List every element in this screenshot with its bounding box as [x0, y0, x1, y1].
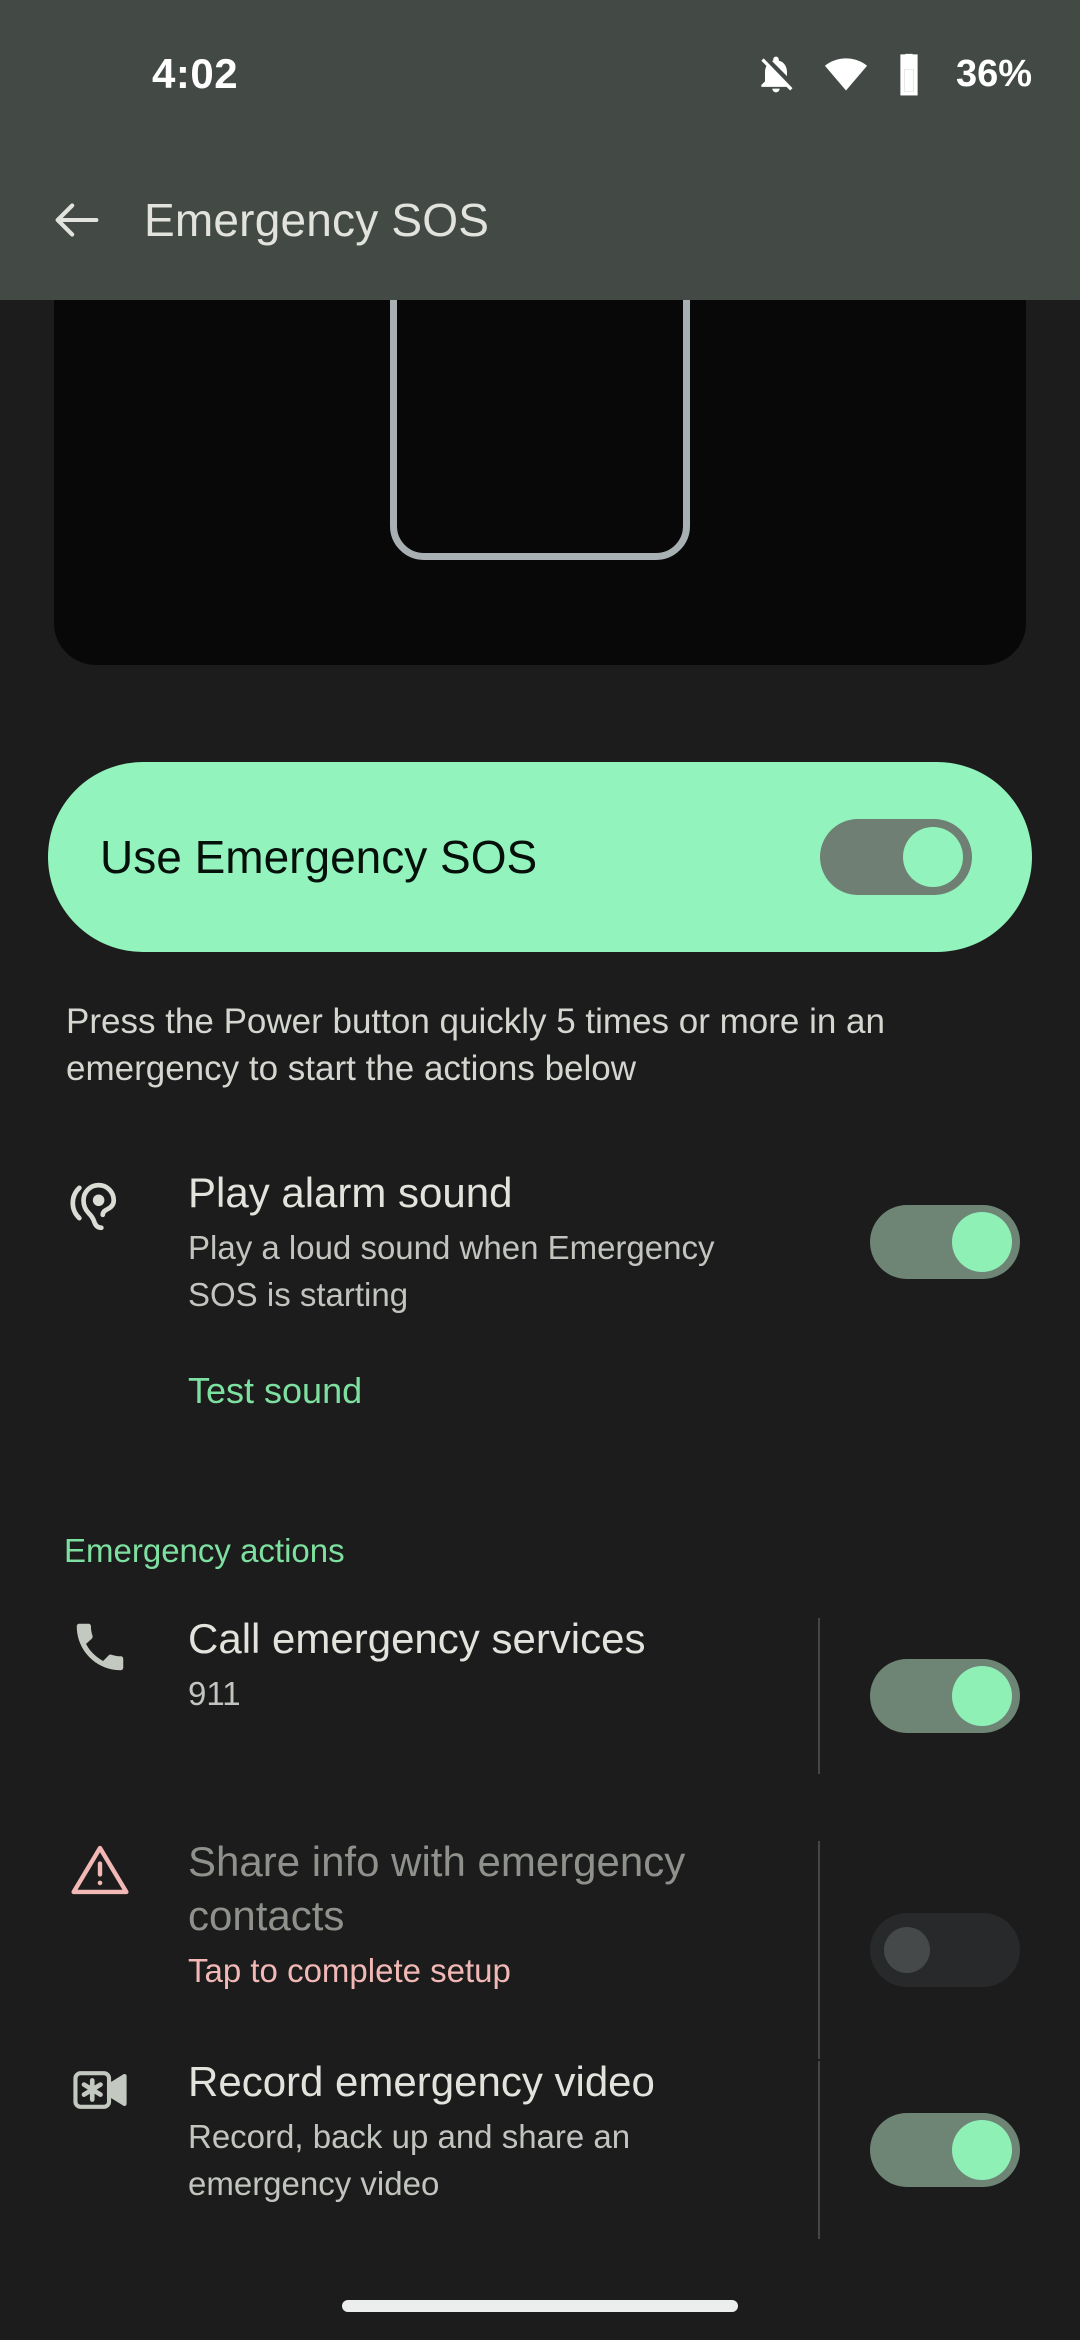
play-alarm-sound-text: Play alarm sound Play a loud sound when … [188, 1166, 810, 1318]
share-info-toggle[interactable] [870, 1913, 1020, 1987]
share-info-toggle-area [810, 1835, 1080, 2065]
status-bar-clock: 4:02 [152, 50, 239, 97]
screen-root: 4:02 36% Emergency SOS Use Emergency SOS… [0, 0, 1080, 2340]
use-emergency-sos-card[interactable]: Use Emergency SOS [48, 762, 1032, 952]
share-info-text: Share info with emergency contacts Tap t… [188, 1835, 810, 1994]
call-emergency-services-number: 911 [188, 1675, 241, 1712]
row-divider [818, 1841, 820, 2059]
use-emergency-sos-toggle[interactable] [820, 819, 972, 895]
status-bar: 4:02 36% [0, 0, 1080, 140]
record-emergency-video-subtitle: Record, back up and share an emergency v… [188, 2118, 631, 2202]
arrow-back-icon [55, 203, 99, 237]
phone-icon [52, 1612, 148, 1678]
call-emergency-services-row[interactable]: Call emergency services 911 [0, 1612, 1080, 1780]
battery-icon [900, 53, 918, 96]
app-bar: Emergency SOS [0, 140, 1080, 300]
row-divider [818, 2061, 820, 2239]
use-emergency-sos-label: Use Emergency SOS [100, 831, 538, 883]
sos-description: Press the Power button quickly 5 times o… [66, 1002, 885, 1088]
home-gesture-pill[interactable] [342, 2300, 738, 2312]
call-emergency-services-toggle[interactable] [870, 1659, 1020, 1733]
back-button[interactable] [22, 165, 132, 275]
play-alarm-sound-title: Play alarm sound [188, 1169, 513, 1216]
page-title: Emergency SOS [144, 194, 490, 246]
test-sound-link[interactable]: Test sound [188, 1370, 362, 1412]
battery-percent-label: 36% [955, 52, 1032, 95]
record-emergency-video-row[interactable]: Record emergency video Record, back up a… [0, 2055, 1080, 2245]
emergency-video-icon [52, 2055, 148, 2121]
hearing-icon [52, 1166, 148, 1236]
play-alarm-sound-subtitle: Play a loud sound when Emergency SOS is … [188, 1229, 715, 1313]
record-emergency-video-text: Record emergency video Record, back up a… [188, 2055, 810, 2207]
wifi-icon [824, 58, 868, 91]
share-info-setup-hint: Tap to complete setup [188, 1952, 511, 1989]
play-alarm-sound-toggle[interactable] [870, 1205, 1020, 1279]
status-bar-icons: 36% [754, 52, 1032, 96]
toggle-knob [903, 827, 963, 887]
emergency-actions-header: Emergency actions [64, 1532, 345, 1569]
call-emergency-services-title: Call emergency services [188, 1615, 646, 1662]
row-divider [818, 1618, 820, 1774]
call-emergency-services-text: Call emergency services 911 [188, 1612, 810, 1717]
warning-triangle-icon [52, 1835, 148, 1901]
record-emergency-video-title: Record emergency video [188, 2058, 655, 2105]
notifications-off-icon [761, 56, 793, 93]
record-emergency-video-toggle[interactable] [870, 2113, 1020, 2187]
call-emergency-services-toggle-area [810, 1612, 1080, 1780]
share-info-row[interactable]: Share info with emergency contacts Tap t… [0, 1835, 1080, 2065]
toggle-knob [884, 1927, 930, 1973]
record-emergency-video-toggle-area [810, 2055, 1080, 2245]
play-alarm-sound-row[interactable]: Play alarm sound Play a loud sound when … [0, 1166, 1080, 1318]
toggle-knob [952, 1212, 1012, 1272]
share-info-title: Share info with emergency contacts [188, 1838, 686, 1939]
play-alarm-sound-toggle-area [810, 1166, 1080, 1318]
toggle-knob [952, 1666, 1012, 1726]
toggle-knob [952, 2120, 1012, 2180]
